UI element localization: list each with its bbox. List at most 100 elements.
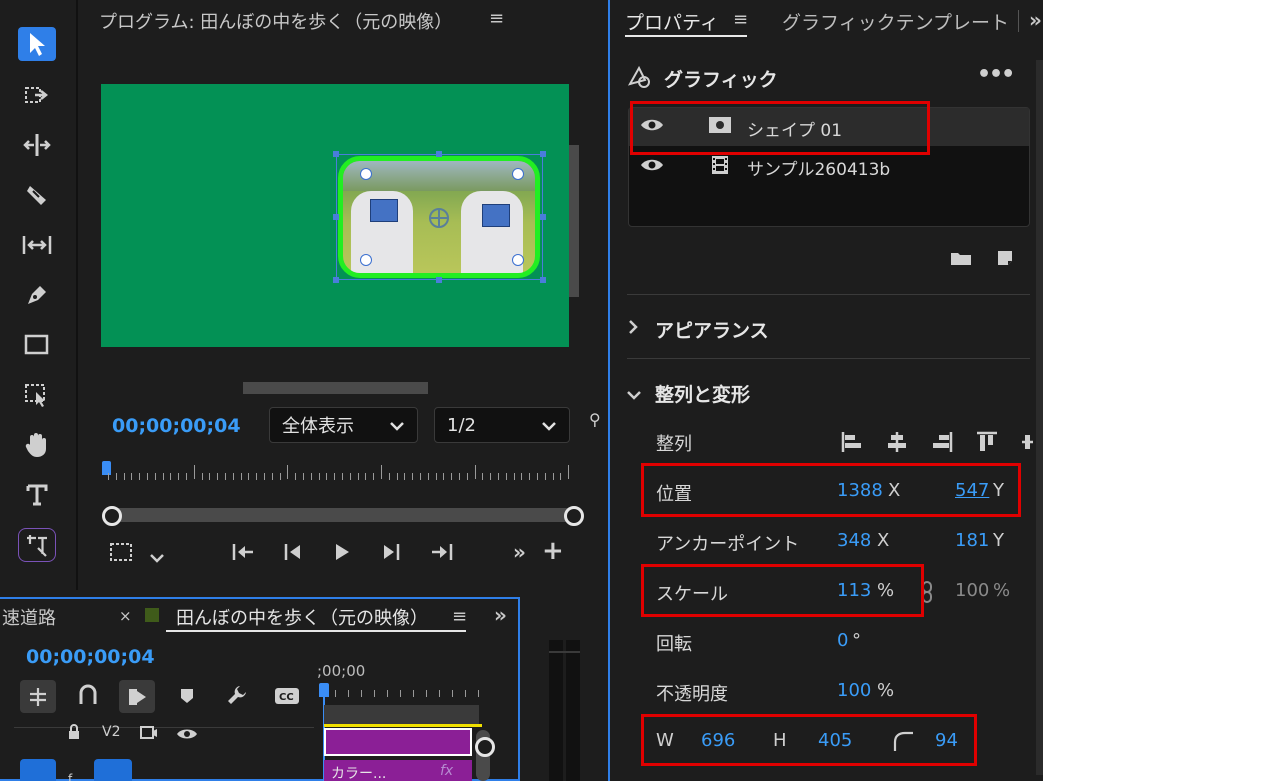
captions-icon[interactable]: CC [274, 687, 300, 710]
tab-properties[interactable]: プロパティ [625, 8, 719, 35]
magnet-icon[interactable] [78, 684, 98, 711]
marker-icon[interactable] [180, 688, 194, 709]
align-top-icon[interactable] [976, 431, 998, 458]
vertical-type-tool-icon[interactable] [18, 528, 56, 562]
lock-icon[interactable] [67, 724, 81, 745]
layer-name[interactable]: サンプル260413b [747, 155, 890, 180]
track-source-v1[interactable] [94, 759, 132, 781]
chevron-right-icon[interactable] [627, 319, 639, 340]
more-controls-icon[interactable]: » [513, 540, 526, 564]
handle[interactable] [436, 277, 442, 283]
step-back-icon[interactable] [282, 542, 304, 567]
ruler-tick [420, 473, 421, 480]
panel-menu-icon[interactable]: ≡ [489, 8, 504, 29]
chevron-down-icon[interactable] [149, 547, 165, 568]
anchor-x-value[interactable]: 348 [837, 530, 871, 551]
monitor-scrollbar-v[interactable] [569, 145, 579, 297]
scroll-handle[interactable] [475, 737, 495, 757]
tab-active-sequence[interactable]: 田んぼの中を歩く（元の映像） [176, 604, 428, 630]
opacity-value[interactable]: 100 [837, 680, 871, 701]
timeline-timecode[interactable]: 00;00;00;04 [26, 646, 155, 668]
selection-tool-icon[interactable] [18, 27, 56, 61]
wrench-icon[interactable] [226, 684, 248, 711]
play-icon[interactable] [332, 542, 352, 567]
panel-menu-icon[interactable]: ≡ [733, 9, 748, 30]
monitor-time-ruler[interactable] [100, 460, 578, 484]
track-target-v1[interactable] [20, 759, 56, 781]
corner-radius-handle[interactable] [512, 254, 524, 266]
chevron-down-icon[interactable] [626, 385, 642, 406]
monitor-scrollbar-h[interactable] [243, 382, 428, 394]
eye-icon[interactable] [176, 725, 198, 746]
scale-height-value[interactable]: 100 [955, 580, 989, 601]
more-options-icon[interactable]: ••• [977, 62, 1015, 87]
ruler-tick [310, 473, 312, 480]
safe-margins-icon[interactable] [109, 542, 133, 567]
handle[interactable] [540, 151, 546, 157]
graphic-clip[interactable] [324, 728, 472, 756]
timeline-ruler-start: ;00;00 [317, 662, 366, 680]
zoom-handle-right[interactable] [564, 506, 584, 526]
tab-previous-sequence[interactable]: 速道路 [2, 604, 56, 630]
ruler-tick [478, 690, 479, 697]
align-transform-section-title[interactable]: 整列と変形 [655, 380, 750, 407]
zoom-handle-left[interactable] [102, 506, 122, 526]
more-panels-icon[interactable]: » [494, 603, 507, 627]
corner-radius-handle[interactable] [512, 168, 524, 180]
ruler-tick [498, 473, 499, 480]
zoom-scrollbar[interactable] [110, 508, 573, 522]
handle[interactable] [333, 277, 339, 283]
corner-radius-handle[interactable] [360, 168, 372, 180]
align-left-icon[interactable] [841, 431, 863, 458]
panel-scrollbar[interactable] [1036, 60, 1043, 775]
eye-icon[interactable] [640, 157, 664, 178]
playhead-marker[interactable] [102, 461, 111, 475]
rotation-value[interactable]: 0 [837, 630, 848, 651]
go-to-out-icon[interactable] [430, 542, 454, 567]
align-center-v-icon[interactable] [1021, 431, 1033, 458]
zoom-dropdown[interactable]: 全体表示 [269, 407, 418, 443]
snap-icon[interactable] [20, 680, 56, 713]
razor-tool-icon[interactable] [18, 178, 56, 212]
new-layer-icon[interactable] [996, 249, 1014, 272]
appearance-section-title[interactable]: アピアランス [655, 316, 769, 343]
handle[interactable] [540, 214, 546, 220]
handle[interactable] [333, 151, 339, 157]
folder-icon[interactable] [950, 250, 972, 271]
more-panels-icon[interactable]: » [1029, 8, 1042, 32]
program-monitor-title[interactable]: プログラム: 田んぼの中を歩く（元の映像） [99, 8, 452, 34]
step-forward-icon[interactable] [380, 542, 402, 567]
rectangle-tool-icon[interactable] [18, 328, 56, 362]
handle[interactable] [436, 151, 442, 157]
ruler-tick [131, 473, 133, 480]
type-tool-icon[interactable] [18, 478, 56, 512]
align-right-icon[interactable] [931, 431, 953, 458]
go-to-in-icon[interactable] [231, 542, 255, 567]
timeline-playhead[interactable] [319, 683, 329, 697]
ripple-edit-tool-icon[interactable] [18, 128, 56, 162]
tab-graphic-template[interactable]: グラフィックテンプレート [782, 8, 1009, 35]
corner-radius-handle[interactable] [360, 254, 372, 266]
linked-selection-icon[interactable] [119, 680, 155, 713]
pen-tool-icon[interactable] [18, 278, 56, 312]
tab-properties-underline [625, 35, 747, 37]
handle[interactable] [333, 214, 339, 220]
hand-tool-icon[interactable] [18, 428, 56, 462]
sync-lock-icon[interactable] [140, 724, 158, 745]
work-area-bar[interactable] [324, 705, 479, 724]
anchor-y-value[interactable]: 181 [955, 530, 989, 551]
add-button-icon[interactable]: + [542, 536, 564, 566]
close-tab-icon[interactable]: × [119, 607, 132, 625]
panel-menu-icon[interactable]: ≡ [452, 606, 467, 627]
track-select-tool-icon[interactable] [18, 78, 56, 112]
program-timecode[interactable]: 00;00;00;04 [112, 415, 241, 437]
anchor-point-icon[interactable] [427, 206, 451, 235]
handle[interactable] [540, 277, 546, 283]
resolution-dropdown[interactable]: 1/2 [434, 407, 570, 443]
settings-wrench-icon[interactable]: ⚲ [589, 410, 601, 429]
track-lock-small-icon[interactable]: ƒ [68, 772, 72, 781]
marquee-tool-icon[interactable] [18, 378, 56, 412]
align-center-h-icon[interactable] [886, 431, 908, 458]
ruler-tick [193, 465, 195, 479]
slip-tool-icon[interactable] [18, 228, 56, 262]
